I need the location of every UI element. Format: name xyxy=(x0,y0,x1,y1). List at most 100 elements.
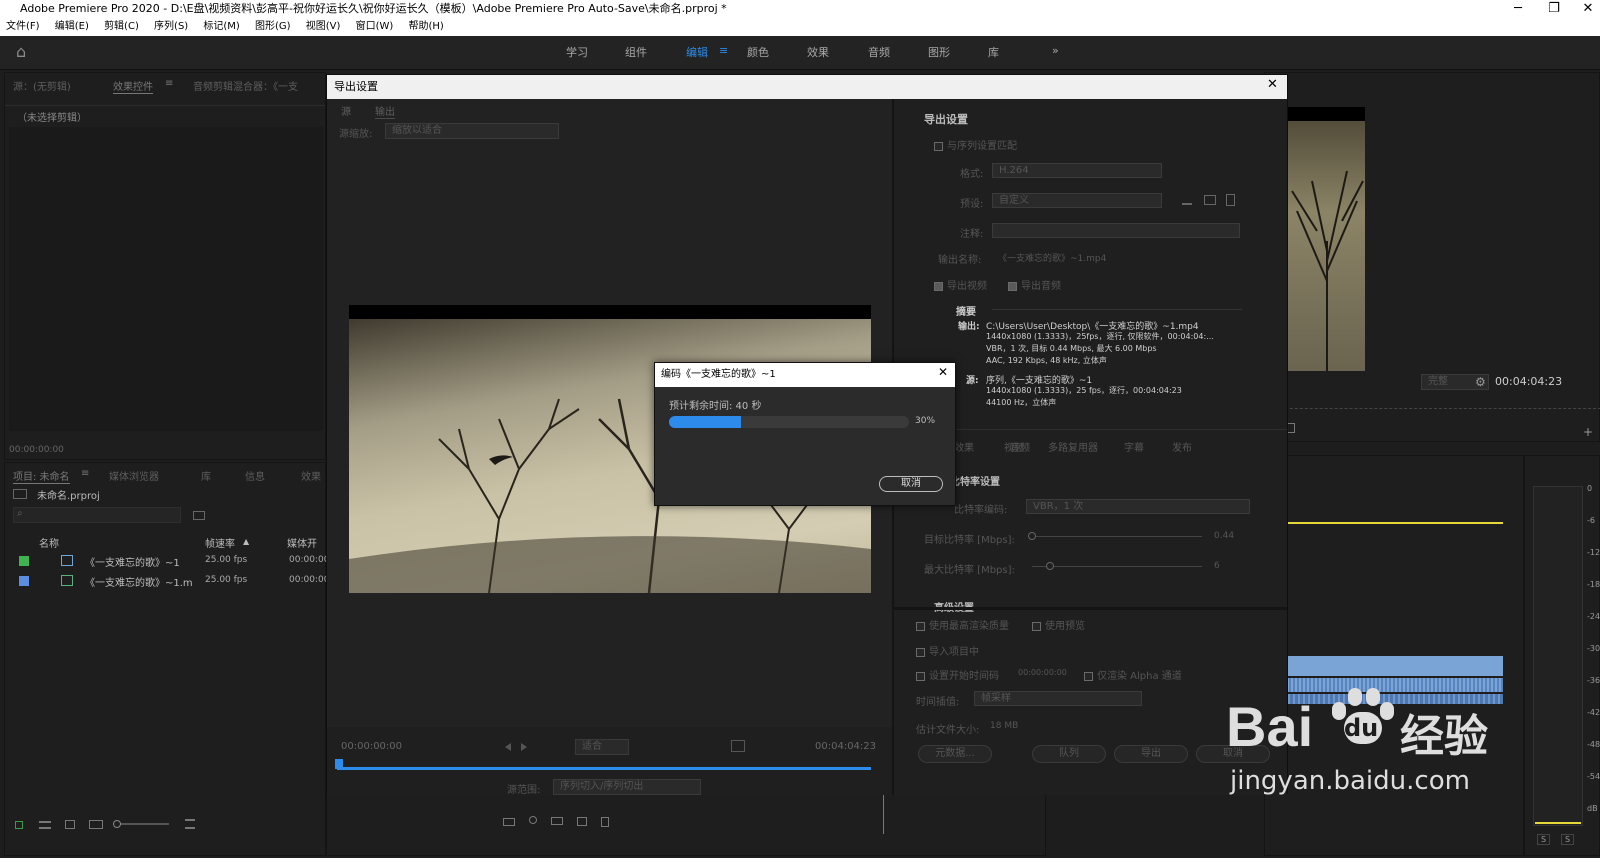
solo-button[interactable]: S xyxy=(1561,834,1575,845)
more-workspaces-icon[interactable]: » xyxy=(1052,44,1059,57)
tab-source[interactable]: 源：(无剪辑) xyxy=(13,78,71,93)
tab-color[interactable]: 颜色 xyxy=(747,44,769,60)
home-icon[interactable]: ⌂ xyxy=(16,42,26,61)
source-timecode[interactable]: 00:00:00:00 xyxy=(9,445,64,455)
tab-project[interactable]: 项目: 未命名 xyxy=(13,468,70,484)
tab-audio-settings[interactable]: 音频 xyxy=(1010,439,1030,454)
list-view-icon[interactable] xyxy=(39,821,51,829)
menu-help[interactable]: 帮助(H) xyxy=(409,21,444,32)
save-preset-icon[interactable] xyxy=(1182,195,1192,205)
target-bitrate-value[interactable]: 0.44 xyxy=(1214,531,1234,541)
format-select[interactable]: H.264 xyxy=(992,163,1162,178)
menu-clip[interactable]: 剪辑(C) xyxy=(104,21,139,32)
wrench-icon[interactable]: ⚙ xyxy=(1475,375,1486,389)
tab-multiplexer[interactable]: 多路复用器 xyxy=(1048,439,1098,454)
program-timecode[interactable]: 00:04:04:23 xyxy=(1495,375,1562,388)
search-input[interactable]: ⌕ xyxy=(13,507,181,523)
sort-ascending-icon[interactable]: ▲ xyxy=(243,537,249,546)
tab-audio-mixer[interactable]: 音频剪辑混合器：《一支 xyxy=(193,78,298,93)
source-range-select[interactable]: 序列切入/序列切出 xyxy=(553,779,701,795)
column-media-start[interactable]: 媒体开 xyxy=(287,535,317,550)
tab-audio[interactable]: 音频 xyxy=(868,44,890,60)
new-item-icon[interactable] xyxy=(577,817,587,826)
window-close-button[interactable]: ✕ xyxy=(1578,0,1598,18)
use-preview-checkbox[interactable]: 使用预览 xyxy=(1032,617,1085,632)
playhead-handle[interactable] xyxy=(335,759,343,769)
tab-info[interactable]: 信息 xyxy=(245,468,265,483)
queue-button[interactable]: 队列 xyxy=(1032,745,1106,763)
metadata-button[interactable]: 元数据... xyxy=(918,745,992,763)
freeform-view-icon[interactable] xyxy=(89,820,103,829)
tab-effects-settings[interactable]: 效果 xyxy=(954,439,974,454)
menu-marker[interactable]: 标记(M) xyxy=(203,21,239,32)
menu-window[interactable]: 窗口(W) xyxy=(356,21,394,32)
menu-graphics[interactable]: 图形(G) xyxy=(255,21,291,32)
export-button[interactable]: 导出 xyxy=(1114,745,1188,763)
preset-select[interactable]: 自定义 xyxy=(992,193,1162,208)
color-label[interactable] xyxy=(19,556,29,566)
workspace-menu-icon[interactable]: ≡ xyxy=(719,44,728,57)
tab-source[interactable]: 源 xyxy=(341,103,351,118)
timecode-start[interactable]: 00:00:00:00 xyxy=(341,741,402,752)
source-scaling-select[interactable]: 缩放以适合 xyxy=(385,123,559,139)
list-item[interactable]: 《一支难忘的歌》~1.m 25.00 fps 00:00:00 xyxy=(9,571,329,591)
cancel-encoding-button[interactable]: 取消 xyxy=(879,476,943,492)
column-name[interactable]: 名称 xyxy=(39,535,59,550)
solo-button[interactable]: S xyxy=(1537,834,1551,845)
tab-assembly[interactable]: 组件 xyxy=(625,44,647,60)
sort-icon[interactable] xyxy=(185,819,195,829)
video-clip[interactable] xyxy=(1265,656,1503,676)
export-video-checkbox[interactable]: 导出视频 xyxy=(934,277,987,292)
comment-field[interactable] xyxy=(992,223,1240,238)
tab-media-browser[interactable]: 媒体浏览器 xyxy=(109,468,159,483)
list-item[interactable]: 《一支难忘的歌》~1 25.00 fps 00:00:00 xyxy=(9,551,329,571)
target-bitrate-slider[interactable] xyxy=(1032,536,1202,537)
menu-edit[interactable]: 编辑(E) xyxy=(55,21,89,32)
column-frame-rate[interactable]: 帧速率 xyxy=(205,535,235,550)
range-bar[interactable] xyxy=(337,767,871,770)
tab-effect-controls[interactable]: 效果控件 xyxy=(113,78,153,94)
tab-libraries[interactable]: 库 xyxy=(988,44,999,60)
project-menu-icon[interactable]: ≡ xyxy=(81,468,89,479)
max-bitrate-handle[interactable] xyxy=(1046,562,1054,570)
import-project-checkbox[interactable]: 导入项目中 xyxy=(916,643,979,658)
step-back-icon[interactable] xyxy=(505,743,511,751)
find-icon[interactable] xyxy=(529,816,537,824)
target-bitrate-handle[interactable] xyxy=(1028,532,1036,540)
import-preset-icon[interactable] xyxy=(1204,195,1216,205)
tab-output[interactable]: 输出 xyxy=(375,103,395,119)
timecode-end[interactable]: 00:04:04:23 xyxy=(815,741,876,752)
interpolation-select[interactable]: 帧采样 xyxy=(974,691,1142,706)
fit-select[interactable]: 适合 xyxy=(575,739,629,755)
play-icon[interactable] xyxy=(521,743,527,751)
maximize-button[interactable]: ❐ xyxy=(1544,0,1564,18)
bitrate-encoding-select[interactable]: VBR，1 次 xyxy=(1026,499,1250,514)
encoding-close-button[interactable]: ✕ xyxy=(938,365,948,379)
max-render-checkbox[interactable]: 使用最高渲染质量 xyxy=(916,617,1009,632)
start-timecode-field[interactable]: 00:00:00:00 xyxy=(1018,668,1067,677)
zoom-slider-handle[interactable] xyxy=(113,820,121,828)
aspect-toggle-icon[interactable] xyxy=(731,740,745,752)
new-bin-icon[interactable] xyxy=(193,511,205,520)
max-bitrate-slider[interactable] xyxy=(1032,566,1202,567)
color-label[interactable] xyxy=(19,576,29,586)
output-name-link[interactable]: 《一支难忘的歌》~1.mp4 xyxy=(998,251,1106,264)
add-button-icon[interactable]: + xyxy=(1583,425,1593,439)
dialog-close-button[interactable]: ✕ xyxy=(1267,77,1278,92)
zoom-slider[interactable] xyxy=(115,823,169,825)
icon-view-icon[interactable] xyxy=(65,820,75,829)
new-bin-icon[interactable] xyxy=(551,817,563,825)
automate-icon[interactable] xyxy=(503,818,515,826)
export-audio-checkbox[interactable]: 导出音频 xyxy=(1008,277,1061,292)
tab-captions[interactable]: 字幕 xyxy=(1124,439,1144,454)
tab-publish[interactable]: 发布 xyxy=(1172,439,1192,454)
tab-graphics[interactable]: 图形 xyxy=(928,44,950,60)
trash-icon[interactable] xyxy=(601,817,609,827)
tab-effects[interactable]: 效果 xyxy=(807,44,829,60)
tab-editing[interactable]: 编辑 xyxy=(686,44,708,60)
set-start-timecode-checkbox[interactable]: 设置开始时间码 xyxy=(916,667,999,682)
max-bitrate-value[interactable]: 6 xyxy=(1214,561,1220,571)
lock-icon[interactable] xyxy=(15,821,23,829)
match-sequence-checkbox[interactable]: 与序列设置匹配 xyxy=(934,137,1017,152)
delete-preset-icon[interactable] xyxy=(1226,194,1235,206)
